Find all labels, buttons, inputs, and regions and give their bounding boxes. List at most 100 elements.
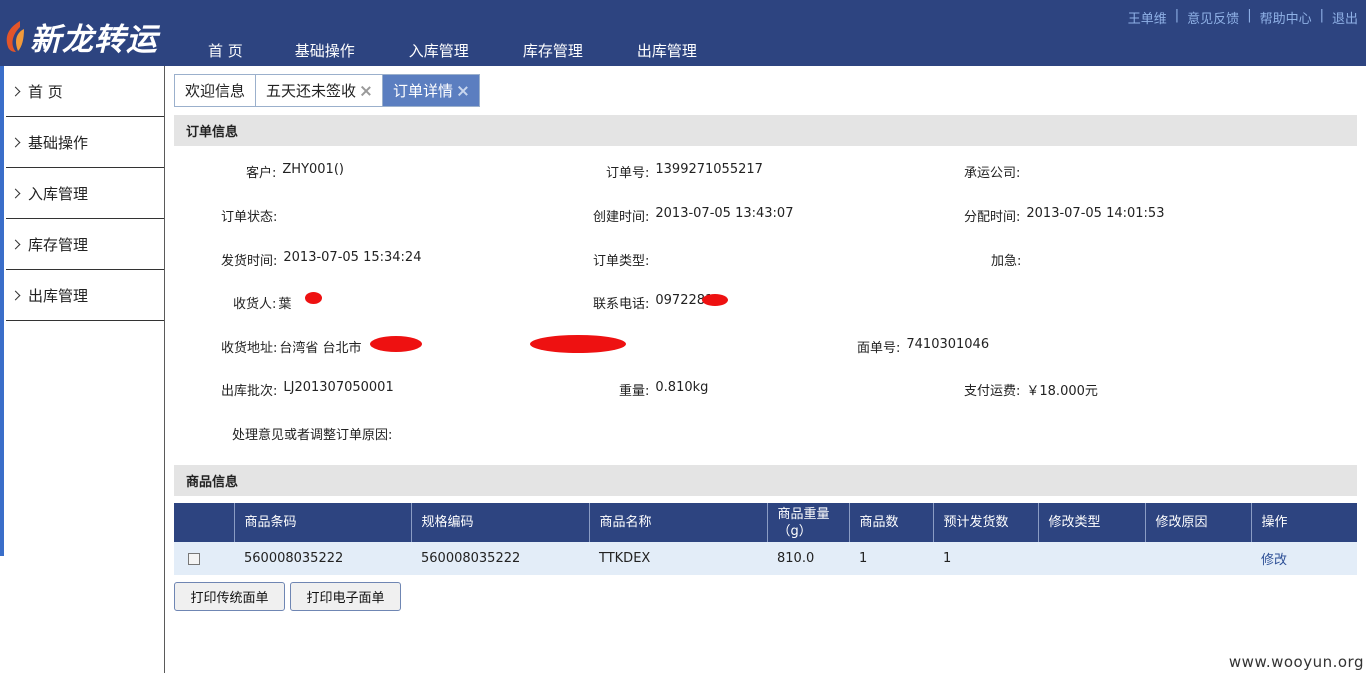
field-phone: 联系电话: 0972281 — [593, 293, 713, 312]
field-order-no: 订单号: 1399271055217 — [606, 162, 763, 181]
logo-text: 新龙转运 — [30, 21, 158, 58]
tab-label: 欢迎信息 — [185, 82, 246, 100]
redaction-mark — [530, 335, 626, 353]
topnav-inventory[interactable]: 库存管理 — [523, 40, 583, 61]
status-label: 订单状态: — [221, 210, 278, 225]
tab-bar: 欢迎信息 五天还未签收 订单详情 — [174, 74, 481, 107]
assigned-label: 分配时间: — [964, 210, 1021, 225]
goods-table: 商品条码 规格编码 商品名称 商品重量（g） 商品数 预计发货数 修改类型 修改… — [174, 503, 1357, 575]
top-links: 王单维 | 意见反馈 | 帮助中心 | 退出 — [1128, 8, 1358, 27]
tab-welcome[interactable]: 欢迎信息 — [174, 74, 256, 107]
help-center-link[interactable]: 帮助中心 — [1260, 8, 1312, 27]
fee-label: 支付运费: — [964, 384, 1021, 399]
cell-spec-code: 560008035222 — [411, 542, 589, 575]
reason-label: 处理意见或者调整订单原因: — [232, 428, 393, 443]
col-select — [174, 503, 235, 542]
row-checkbox[interactable] — [188, 552, 200, 565]
print-traditional-button[interactable]: 打印传统面单 — [174, 582, 285, 611]
watermark-text: www.wooyun.org — [1228, 653, 1364, 671]
cell-mod-reason — [1145, 542, 1251, 575]
edit-link[interactable]: 修改 — [1261, 553, 1287, 568]
batch-value: LJ201307050001 — [283, 380, 394, 395]
field-assigned: 分配时间: 2013-07-05 14:01:53 — [964, 206, 1164, 225]
col-barcode: 商品条码 — [234, 503, 412, 542]
sidebar-item-label: 入库管理 — [28, 184, 89, 203]
chevron-right-icon — [11, 137, 21, 147]
customer-label: 客户: — [246, 166, 277, 181]
row-select-cell — [174, 542, 234, 575]
order-type-label: 订单类型: — [593, 254, 650, 269]
cell-mod-type — [1038, 542, 1145, 575]
created-value: 2013-07-05 13:43:07 — [655, 206, 794, 221]
receiver-label: 收货人: — [233, 297, 277, 312]
app-logo[interactable]: 新龙转运 — [2, 14, 158, 58]
waybill-label: 面单号: — [857, 341, 901, 356]
sidebar-item-home[interactable]: 首 页 — [6, 66, 164, 117]
goods-info-header: 商品信息 — [174, 465, 1357, 496]
sidebar-item-inbound[interactable]: 入库管理 — [6, 168, 164, 219]
col-weight: 商品重量（g） — [767, 503, 850, 542]
tab-label: 订单详情 — [393, 82, 454, 100]
address-value: 台湾省 台北市 — [279, 341, 362, 356]
cell-weight: 810.0 — [767, 542, 849, 575]
carrier-label: 承运公司: — [964, 166, 1021, 181]
waybill-value: 7410301046 — [906, 337, 990, 352]
redaction-mark — [370, 336, 422, 352]
redaction-mark — [305, 292, 322, 304]
logo-flame-icon — [2, 19, 28, 53]
separator: | — [1174, 8, 1180, 23]
chevron-right-icon — [11, 188, 21, 198]
col-mod-type: 修改类型 — [1038, 503, 1146, 542]
col-planned-qty: 预计发货数 — [933, 503, 1039, 542]
created-label: 创建时间: — [593, 210, 650, 225]
topnav-inbound[interactable]: 入库管理 — [409, 40, 469, 61]
weight-label: 重量: — [619, 384, 650, 399]
topnav-outbound[interactable]: 出库管理 — [637, 40, 697, 61]
weight-value: 0.810kg — [655, 380, 709, 395]
logout-link[interactable]: 退出 — [1332, 8, 1358, 27]
topnav-home[interactable]: 首 页 — [208, 40, 243, 61]
field-urgent: 加急: — [991, 250, 1027, 269]
col-action: 操作 — [1251, 503, 1357, 542]
chevron-right-icon — [11, 86, 21, 96]
field-customer: 客户: ZHY001() — [246, 162, 344, 181]
sidebar-item-inventory[interactable]: 库存管理 — [6, 219, 164, 270]
fee-value: ￥18.000元 — [1026, 384, 1098, 399]
print-electronic-button[interactable]: 打印电子面单 — [290, 582, 401, 611]
close-icon[interactable] — [457, 85, 469, 97]
order-no-label: 订单号: — [606, 166, 650, 181]
sidebar-item-outbound[interactable]: 出库管理 — [6, 270, 164, 321]
cell-name: TTKDEX — [589, 542, 767, 575]
sidebar-item-label: 出库管理 — [28, 286, 89, 305]
field-address: 收货地址: 台湾省 台北市 — [221, 337, 362, 356]
field-waybill: 面单号: 7410301046 — [857, 337, 989, 356]
field-shipped: 发货时间: 2013-07-05 15:34:24 — [221, 250, 421, 269]
redaction-mark — [702, 294, 728, 306]
user-name-link[interactable]: 王单维 — [1128, 8, 1167, 27]
col-mod-reason: 修改原因 — [1145, 503, 1252, 542]
cell-barcode: 560008035222 — [234, 542, 411, 575]
table-row: 560008035222 560008035222 TTKDEX 810.0 1… — [174, 542, 1357, 575]
tab-unsigned-five-days[interactable]: 五天还未签收 — [255, 74, 383, 107]
shipped-label: 发货时间: — [221, 254, 278, 269]
feedback-link[interactable]: 意见反馈 — [1187, 8, 1239, 27]
sidebar-item-label: 首 页 — [28, 82, 63, 101]
field-receiver: 收货人: 葉 — [233, 293, 291, 312]
close-icon[interactable] — [360, 85, 372, 97]
order-no-value: 1399271055217 — [655, 162, 763, 177]
topnav-basic-ops[interactable]: 基础操作 — [295, 40, 355, 61]
table-header-row: 商品条码 规格编码 商品名称 商品重量（g） 商品数 预计发货数 修改类型 修改… — [174, 503, 1357, 542]
cell-planned-qty: 1 — [933, 542, 1038, 575]
assigned-value: 2013-07-05 14:01:53 — [1026, 206, 1165, 221]
chevron-right-icon — [11, 290, 21, 300]
top-nav: 首 页 基础操作 入库管理 库存管理 出库管理 — [190, 40, 697, 61]
sidebar-item-basic-ops[interactable]: 基础操作 — [6, 117, 164, 168]
sidebar-item-label: 库存管理 — [28, 235, 89, 254]
top-header: 新龙转运 首 页 基础操作 入库管理 库存管理 出库管理 王单维 | 意见反馈 … — [0, 0, 1366, 66]
field-order-type: 订单类型: — [593, 250, 655, 269]
order-info-header: 订单信息 — [174, 115, 1357, 146]
chevron-right-icon — [11, 239, 21, 249]
tab-order-details[interactable]: 订单详情 — [382, 74, 481, 107]
separator: | — [1319, 8, 1324, 23]
phone-label: 联系电话: — [593, 297, 650, 312]
